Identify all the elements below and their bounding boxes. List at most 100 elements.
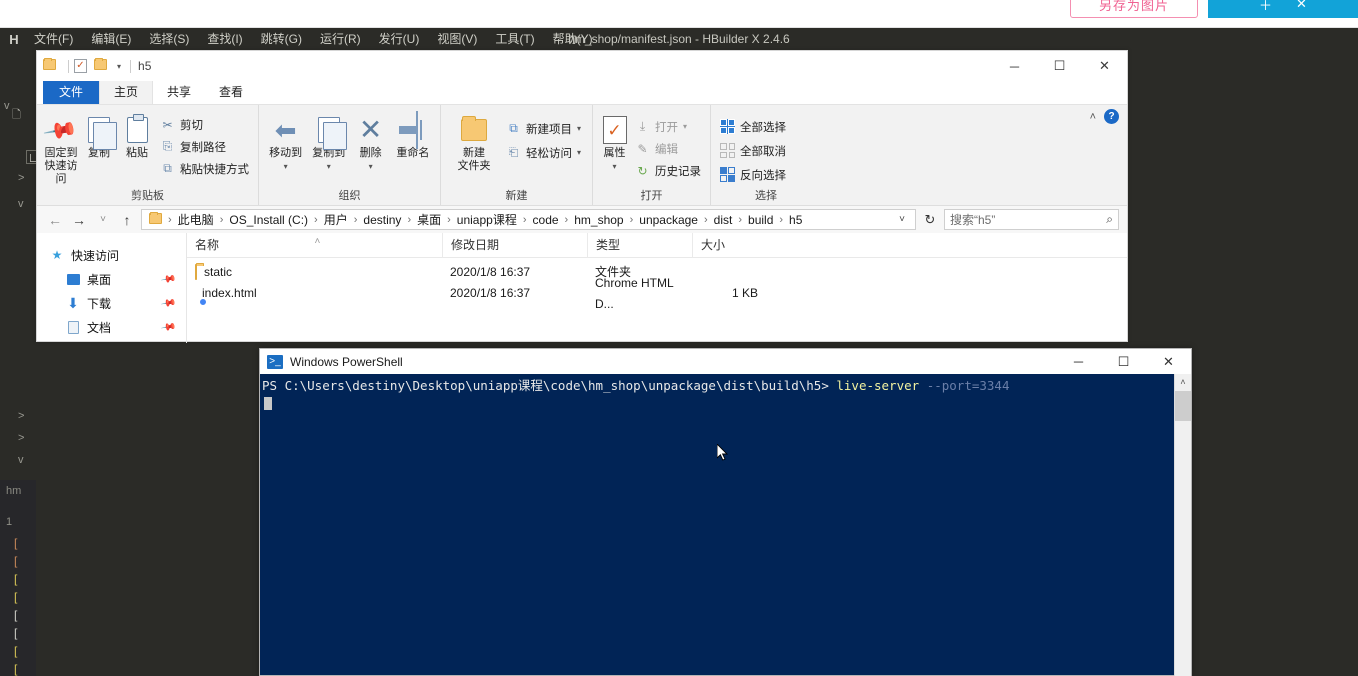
search-box[interactable]: 搜索“h5” ⌕ [944,209,1119,230]
open-button[interactable]: ⤓ 打开 ▾ [632,117,704,136]
hbuilder-code-editor[interactable]: hm 1 [ [ [ [ [ [ [ [ [0,480,36,676]
breadcrumb-item-unpackage[interactable]: unpackage [636,213,701,227]
pin-icon[interactable]: 📌 [160,295,177,311]
ribbon-tabs[interactable]: 文件 主页 共享 查看 [37,80,1127,104]
edit-button[interactable]: ✎ 编辑 [632,139,704,158]
pin-icon[interactable]: 📌 [160,319,177,335]
address-bar-row[interactable]: ← → ˅ ↑ › 此电脑 › OS_Install (C:) › 用户 › d… [37,206,1127,233]
column-header-name[interactable]: 名称 ˄ [187,233,442,258]
copy-button[interactable]: 复制 [81,109,117,160]
help-icon[interactable]: ? [1104,109,1119,124]
ribbon[interactable]: ˄ ? 📌 固定到 快速访问 复制 粘贴 ✂ 剪切 ⎘ 复制路径 ⧉ 粘贴快捷方… [37,104,1127,206]
search-input[interactable]: 搜索“h5” [950,211,1106,228]
pin-icon[interactable]: 📌 [160,271,177,287]
paste-shortcut-button[interactable]: ⧉ 粘贴快捷方式 [157,159,252,178]
chevron-up-icon[interactable]: ˄ [1090,111,1096,123]
history-button[interactable]: ↻ 历史记录 [632,161,704,180]
chevron-down-icon[interactable]: ▾ [327,160,331,173]
breadcrumb-item-code[interactable]: code [530,213,562,227]
tab-home[interactable]: 主页 [99,80,154,104]
nav-item-downloads[interactable]: ⬇ 下载 📌 [37,291,186,315]
new-item-button[interactable]: ⧉ 新建项目 ▾ [503,119,584,138]
breadcrumb-item-destiny[interactable]: destiny [360,213,404,227]
chevron-down-icon[interactable]: ▾ [117,62,121,71]
tab-view[interactable]: 查看 [205,81,257,104]
properties-button[interactable]: ✓ 属性 ▾ [599,109,630,173]
maximize-icon[interactable]: ☐ [1101,349,1146,374]
tab-file[interactable]: 文件 [43,80,100,104]
new-folder-button[interactable]: 新建 文件夹 [447,109,501,173]
tree-toggle-0[interactable]: v [4,100,10,112]
delete-button[interactable]: ✕ 删除 ▾ [351,109,389,173]
chevron-down-icon[interactable]: ▾ [683,122,687,131]
column-header-date[interactable]: 修改日期 [442,233,587,258]
select-all-button[interactable]: 全部选择 [717,117,789,136]
menu-item-tools[interactable]: 工具(T) [486,28,543,50]
easy-access-button[interactable]: ⎗ 轻松访问 ▾ [503,143,584,162]
menu-item-goto[interactable]: 跳转(G) [252,28,311,50]
chevron-down-icon[interactable]: ▾ [612,160,616,173]
paste-button[interactable]: 粘贴 [119,109,155,160]
column-header-type[interactable]: 类型 [587,233,692,258]
menu-item-publish[interactable]: 发行(U) [370,28,429,50]
recent-locations-button[interactable]: ˅ [93,214,113,225]
close-icon[interactable]: ✕ [1082,51,1127,81]
minimize-icon[interactable]: ─ [1056,349,1101,374]
file-list-header[interactable]: 名称 ˄ 修改日期 类型 大小 [187,233,1127,258]
powershell-scrollbar[interactable]: ˄ [1174,374,1191,676]
rename-button[interactable]: 重命名 [392,109,434,160]
file-explorer-window[interactable]: ✓ ▾ h5 ─ ☐ ✕ 文件 主页 共享 查看 ˄ ? 📌 固定到 快速访问 [36,50,1128,343]
nav-item-documents[interactable]: 文档 📌 [37,315,186,339]
menu-item-run[interactable]: 运行(R) [311,28,370,50]
add-button[interactable]: ＋ ✕ [1208,0,1358,18]
nav-item-desktop[interactable]: 桌面 📌 [37,267,186,291]
scroll-up-button[interactable]: ˄ [1175,374,1191,391]
minimize-icon[interactable]: ─ [992,51,1037,81]
tree-toggle-5[interactable]: v [18,454,24,466]
breadcrumb-item-users[interactable]: 用户 [321,211,351,228]
chevron-down-icon[interactable]: ▾ [369,160,373,173]
chevron-down-icon[interactable]: ▾ [577,124,581,133]
tree-toggle-1[interactable]: > [18,172,24,184]
copy-path-button[interactable]: ⎘ 复制路径 [157,137,252,156]
file-list-pane[interactable]: 名称 ˄ 修改日期 类型 大小 static 2020/1/8 16:37 文件… [187,233,1127,343]
refresh-button[interactable]: ↻ [920,212,940,228]
breadcrumb-item-os-install[interactable]: OS_Install (C:) [226,213,311,227]
ribbon-collapse-controls[interactable]: ˄ ? [1090,109,1119,124]
new-folder-quick-icon[interactable] [94,58,110,73]
breadcrumb-item-uniapp[interactable]: uniapp课程 [454,211,520,228]
tree-toggle-3[interactable]: > [18,410,24,422]
tab-share[interactable]: 共享 [153,81,205,104]
navigation-pane[interactable]: ★ 快速访问 桌面 📌 ⬇ 下载 📌 文档 📌 图片 📌 [37,233,187,343]
address-dropdown-icon[interactable]: ˅ [893,214,911,225]
forward-button[interactable]: → [69,212,89,228]
chevron-down-icon[interactable]: ▾ [284,160,288,173]
powershell-window-controls[interactable]: ─ ☐ ✕ [1056,349,1191,374]
quick-access-toolbar-icon[interactable] [43,58,59,73]
up-button[interactable]: ↑ [117,212,137,228]
pin-to-quick-access-button[interactable]: 📌 固定到 快速访问 [43,109,80,186]
menu-item-file[interactable]: 文件(F) [25,28,82,50]
menu-item-select[interactable]: 选择(S) [140,28,198,50]
copy-to-button[interactable]: 复制到 ▾ [308,109,349,173]
close-icon[interactable]: ✕ [1146,349,1191,374]
menu-item-help[interactable]: 帮助(Y) [544,28,602,50]
powershell-console[interactable]: PS C:\Users\destiny\Desktop\uniapp课程\cod… [260,374,1191,676]
breadcrumb-item-hm-shop[interactable]: hm_shop [571,213,626,227]
tree-toggle-2[interactable]: v [18,198,24,210]
chevron-down-icon[interactable]: ▾ [577,148,581,157]
breadcrumb-item-dist[interactable]: dist [711,213,736,227]
save-as-image-button[interactable]: 另存为图片 [1070,0,1198,18]
select-none-button[interactable]: 全部取消 [717,141,789,160]
file-name-cell[interactable]: index.html [187,283,442,304]
tree-toggle-4[interactable]: > [18,432,24,444]
properties-quick-icon[interactable]: ✓ [74,59,87,73]
address-breadcrumb[interactable]: › 此电脑 › OS_Install (C:) › 用户 › destiny ›… [141,209,916,230]
powershell-window[interactable]: >_ Windows PowerShell ─ ☐ ✕ PS C:\Users\… [259,348,1192,676]
explorer-window-controls[interactable]: ─ ☐ ✕ [992,51,1127,81]
move-to-button[interactable]: ⬅ 移动到 ▾ [265,109,306,173]
cut-button[interactable]: ✂ 剪切 [157,115,252,134]
back-button[interactable]: ← [45,212,65,228]
breadcrumb-item-desktop[interactable]: 桌面 [414,211,444,228]
nav-item-pictures[interactable]: 图片 📌 [37,339,186,344]
